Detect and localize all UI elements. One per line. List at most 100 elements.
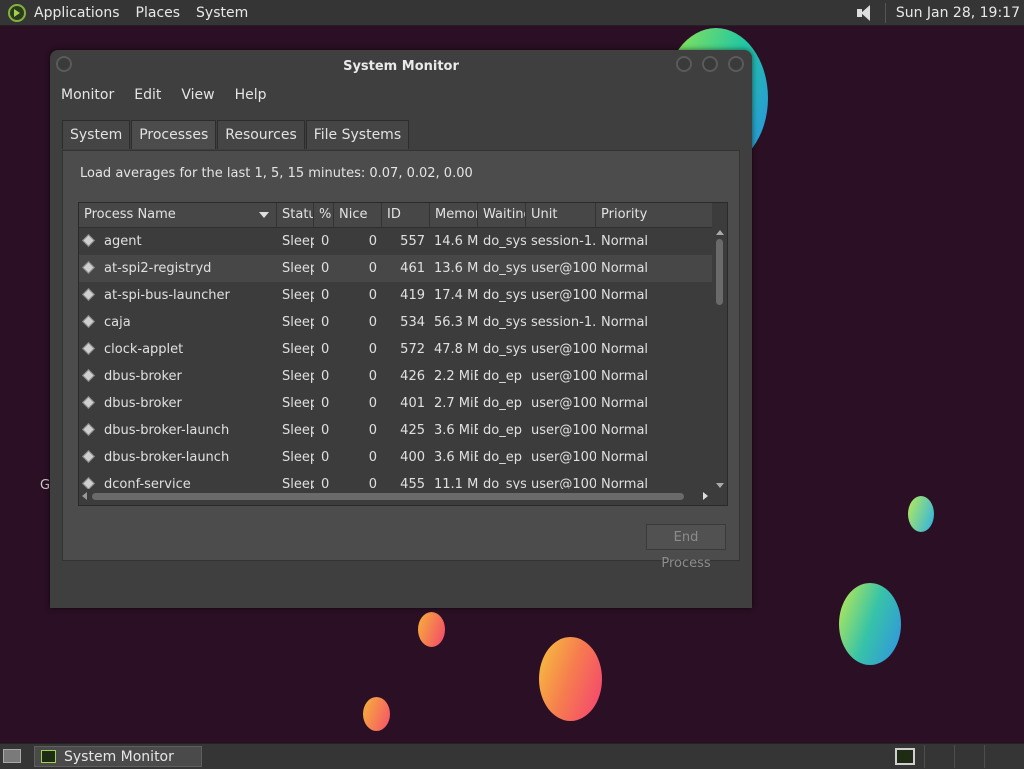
tab-resources[interactable]: Resources: [217, 120, 305, 149]
cell-id: 572: [400, 342, 425, 357]
menu-help[interactable]: Help: [235, 87, 267, 103]
scroll-right-arrow-icon[interactable]: [703, 492, 708, 500]
cell-status: Sleep: [282, 396, 314, 411]
cell-cpu: 0: [321, 396, 330, 411]
column-header-waiting[interactable]: Waiting: [478, 203, 526, 227]
cell-status: Sleep: [282, 450, 314, 465]
column-header-cpu[interactable]: %: [314, 203, 334, 227]
cell-cpu: 0: [321, 315, 330, 330]
mate-logo-icon[interactable]: [8, 3, 26, 22]
workspace-3[interactable]: [984, 745, 1024, 768]
vertical-scroll-thumb[interactable]: [716, 239, 723, 305]
cell-cpu: 0: [321, 423, 330, 438]
cell-waiting: do_sys: [483, 315, 526, 330]
panel-separator: [884, 2, 886, 23]
cell-nice: 0: [368, 288, 377, 303]
cell-process-name: dbus-broker: [104, 396, 182, 411]
tab-system[interactable]: System: [62, 120, 131, 149]
maximize-button[interactable]: [702, 56, 718, 72]
panel-clock[interactable]: Sun Jan 28, 19:17: [896, 5, 1020, 21]
table-row[interactable]: dbus-broker-launch Sleep 0 0 425 3.6 MiE do_ep…: [79, 417, 712, 444]
cell-process-name: clock-applet: [104, 342, 184, 357]
system-monitor-tray-icon[interactable]: [895, 748, 915, 765]
table-row[interactable]: at-spi2-registryd Sleep 0 0 461 13.6 M do_sys u…: [79, 255, 712, 282]
cell-status: Sleep: [282, 423, 314, 438]
tab-processes[interactable]: Processes: [131, 120, 217, 149]
cell-unit: user@100: [531, 288, 596, 303]
show-desktop-icon[interactable]: [3, 749, 21, 763]
cell-memory: 2.7 MiE: [434, 396, 478, 411]
cell-process-name: dbus-broker-launch: [104, 450, 230, 465]
menu-places[interactable]: Places: [136, 5, 181, 21]
column-header-priority[interactable]: Priority: [596, 203, 712, 227]
minimize-button[interactable]: [676, 56, 692, 72]
top-panel: Applications Places System Sun Jan 28, 1…: [0, 0, 1024, 26]
table-row[interactable]: agent Sleep 0 0 557 14.6 M do_sys session-1.s No…: [79, 228, 712, 255]
workspace-1[interactable]: [924, 745, 954, 768]
column-header-nice[interactable]: Nice: [334, 203, 382, 227]
table-row[interactable]: clock-applet Sleep 0 0 572 47.8 M do_sys user@1…: [79, 336, 712, 363]
cell-process-name: at-spi-bus-launcher: [104, 288, 230, 303]
load-averages: Load averages for the last 1, 5, 15 minu…: [80, 166, 473, 181]
bottom-panel: System Monitor: [0, 743, 1024, 769]
column-header-unit[interactable]: Unit: [526, 203, 596, 227]
cell-nice: 0: [368, 234, 377, 249]
end-process-button[interactable]: End Process: [646, 524, 726, 571]
scroll-up-arrow-icon[interactable]: [716, 230, 724, 235]
process-list[interactable]: Process Name Statu % Nice ID Memor Waiti…: [78, 202, 728, 506]
cell-waiting: do_ep: [483, 450, 522, 465]
menu-applications[interactable]: Applications: [34, 5, 120, 21]
cell-cpu: 0: [321, 450, 330, 465]
scroll-left-arrow-icon[interactable]: [82, 492, 87, 500]
tab-file-systems[interactable]: File Systems: [305, 120, 410, 149]
process-icon: [82, 369, 95, 382]
table-row[interactable]: at-spi-bus-launcher Sleep 0 0 419 17.4 Mi do_s…: [79, 282, 712, 309]
workspace-2[interactable]: [954, 745, 984, 768]
cell-cpu: 0: [321, 288, 330, 303]
column-header-process-name[interactable]: Process Name: [79, 203, 277, 227]
table-row[interactable]: caja Sleep 0 0 534 56.3 M do_sys session-1.s Nor…: [79, 309, 712, 336]
cell-memory: 47.8 M: [434, 342, 478, 357]
menu-system[interactable]: System: [196, 5, 248, 21]
cell-status: Sleep: [282, 369, 314, 384]
column-header-memory[interactable]: Memor: [430, 203, 478, 227]
cell-process-name: dbus-broker-launch: [104, 423, 230, 438]
horizontal-scrollbar[interactable]: [79, 489, 712, 504]
desktop-bubble: [418, 612, 445, 647]
cell-nice: 0: [368, 261, 377, 276]
cell-waiting: do_sys: [483, 288, 526, 303]
system-monitor-icon: [41, 750, 56, 763]
column-header-id[interactable]: ID: [382, 203, 430, 227]
menu-edit[interactable]: Edit: [134, 87, 161, 103]
column-header-status[interactable]: Statu: [277, 203, 314, 227]
taskbar-button-label: System Monitor: [64, 748, 174, 765]
cell-waiting: do_sys: [483, 234, 526, 249]
cell-nice: 0: [368, 450, 377, 465]
cell-nice: 0: [368, 423, 377, 438]
table-row[interactable]: dbus-broker-launch Sleep 0 0 400 3.6 MiE do_ep…: [79, 444, 712, 471]
process-rows: agent Sleep 0 0 557 14.6 M do_sys session-1.s No…: [79, 228, 712, 498]
cell-status: Sleep: [282, 342, 314, 357]
desktop-bubble: [839, 583, 901, 665]
horizontal-scroll-thumb[interactable]: [92, 493, 684, 500]
cell-waiting: do_ep: [483, 423, 522, 438]
scroll-down-arrow-icon[interactable]: [716, 483, 724, 488]
close-button[interactable]: [728, 56, 744, 72]
cell-cpu: 0: [321, 234, 330, 249]
cell-id: 461: [400, 261, 425, 276]
taskbar-button-system-monitor[interactable]: System Monitor: [34, 746, 202, 767]
process-icon: [82, 315, 95, 328]
volume-icon[interactable]: [855, 3, 875, 23]
vertical-scrollbar[interactable]: [712, 227, 727, 489]
menu-monitor[interactable]: Monitor: [61, 87, 114, 103]
processes-page: Load averages for the last 1, 5, 15 minu…: [62, 150, 740, 571]
table-row[interactable]: dbus-broker Sleep 0 0 401 2.7 MiE do_ep user@10…: [79, 390, 712, 417]
window-titlebar[interactable]: System Monitor: [50, 50, 752, 82]
table-row[interactable]: dbus-broker Sleep 0 0 426 2.2 MiE do_ep user@10…: [79, 363, 712, 390]
notebook: System Processes Resources File Systems …: [62, 120, 740, 571]
cell-status: Sleep: [282, 315, 314, 330]
menu-view[interactable]: View: [181, 87, 214, 103]
process-icon: [82, 261, 95, 274]
cell-memory: 3.6 MiE: [434, 423, 478, 438]
cell-nice: 0: [368, 315, 377, 330]
